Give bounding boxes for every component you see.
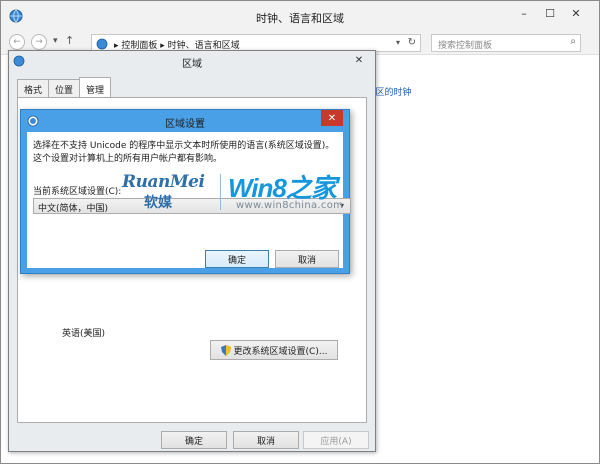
uac-shield-icon bbox=[220, 344, 231, 356]
system-locale-select[interactable]: 中文(简体，中国) ▾ bbox=[33, 198, 351, 214]
address-dropdown[interactable]: ▾ bbox=[396, 38, 400, 47]
system-locale-value: 中文(简体，中国) bbox=[38, 204, 109, 214]
tab-strip: 格式 位置 管理 bbox=[17, 77, 112, 97]
minimize-button[interactable]: – bbox=[511, 3, 537, 23]
related-link[interactable]: i区的时钟 bbox=[373, 85, 412, 98]
tab-administrative[interactable]: 管理 bbox=[79, 77, 112, 97]
arrow-right-icon: → bbox=[35, 37, 43, 47]
region-settings-body: 选择在不支持 Unicode 的程序中显示文本时所使用的语言(系统区域设置)。这… bbox=[27, 132, 351, 268]
change-system-locale-button[interactable]: 更改系统区域设置(C)... bbox=[210, 340, 338, 360]
close-button[interactable]: ✕ bbox=[563, 3, 589, 23]
up-button[interactable]: ↑ bbox=[65, 34, 74, 47]
region-settings-close-button[interactable]: ✕ bbox=[321, 110, 343, 126]
tab-location[interactable]: 位置 bbox=[48, 79, 81, 97]
region-settings-cancel-button[interactable]: 取消 bbox=[275, 250, 339, 268]
window-controls: – ☐ ✕ bbox=[511, 3, 589, 23]
cancel-button[interactable]: 取消 bbox=[233, 431, 299, 449]
region-close-button[interactable]: ✕ bbox=[349, 53, 369, 67]
search-placeholder: 搜索控制面板 bbox=[438, 41, 493, 51]
title-bar: 时钟、语言和区域 – ☐ ✕ bbox=[1, 1, 599, 31]
current-locale-label: 当前系统区域设置(C): bbox=[33, 187, 122, 197]
ok-button[interactable]: 确定 bbox=[161, 431, 227, 449]
apply-button[interactable]: 应用(A) bbox=[303, 431, 369, 449]
search-input[interactable]: 搜索控制面板 ⌕ bbox=[431, 34, 581, 52]
current-language-value: 英语(美国) bbox=[62, 329, 106, 339]
window-title: 时钟、语言和区域 bbox=[256, 12, 344, 25]
refresh-button[interactable]: ↻ bbox=[408, 37, 416, 48]
arrow-left-icon: ← bbox=[13, 37, 21, 47]
maximize-button[interactable]: ☐ bbox=[537, 3, 563, 23]
region-settings-dialog: 区域设置 ✕ 选择在不支持 Unicode 的程序中显示文本时所使用的语言(系统… bbox=[20, 109, 351, 274]
region-settings-title: 区域设置 bbox=[165, 119, 205, 130]
region-settings-ok-button[interactable]: 确定 bbox=[205, 250, 269, 268]
region-settings-description: 选择在不支持 Unicode 的程序中显示文本时所使用的语言(系统区域设置)。这… bbox=[33, 141, 335, 164]
close-icon: ✕ bbox=[327, 112, 337, 124]
recent-pages-dropdown[interactable]: ▾ bbox=[53, 36, 58, 46]
tab-formats[interactable]: 格式 bbox=[17, 79, 50, 97]
back-button[interactable]: ← bbox=[9, 34, 25, 50]
forward-button[interactable]: → bbox=[31, 34, 47, 50]
chevron-down-icon: ▾ bbox=[339, 201, 344, 210]
search-icon: ⌕ bbox=[570, 36, 576, 47]
refresh-icon: ↻ bbox=[407, 37, 416, 48]
globe-clock-icon bbox=[96, 38, 108, 50]
change-system-locale-label: 更改系统区域设置(C)... bbox=[233, 346, 328, 357]
region-dialog-title: 区域 bbox=[182, 59, 202, 70]
